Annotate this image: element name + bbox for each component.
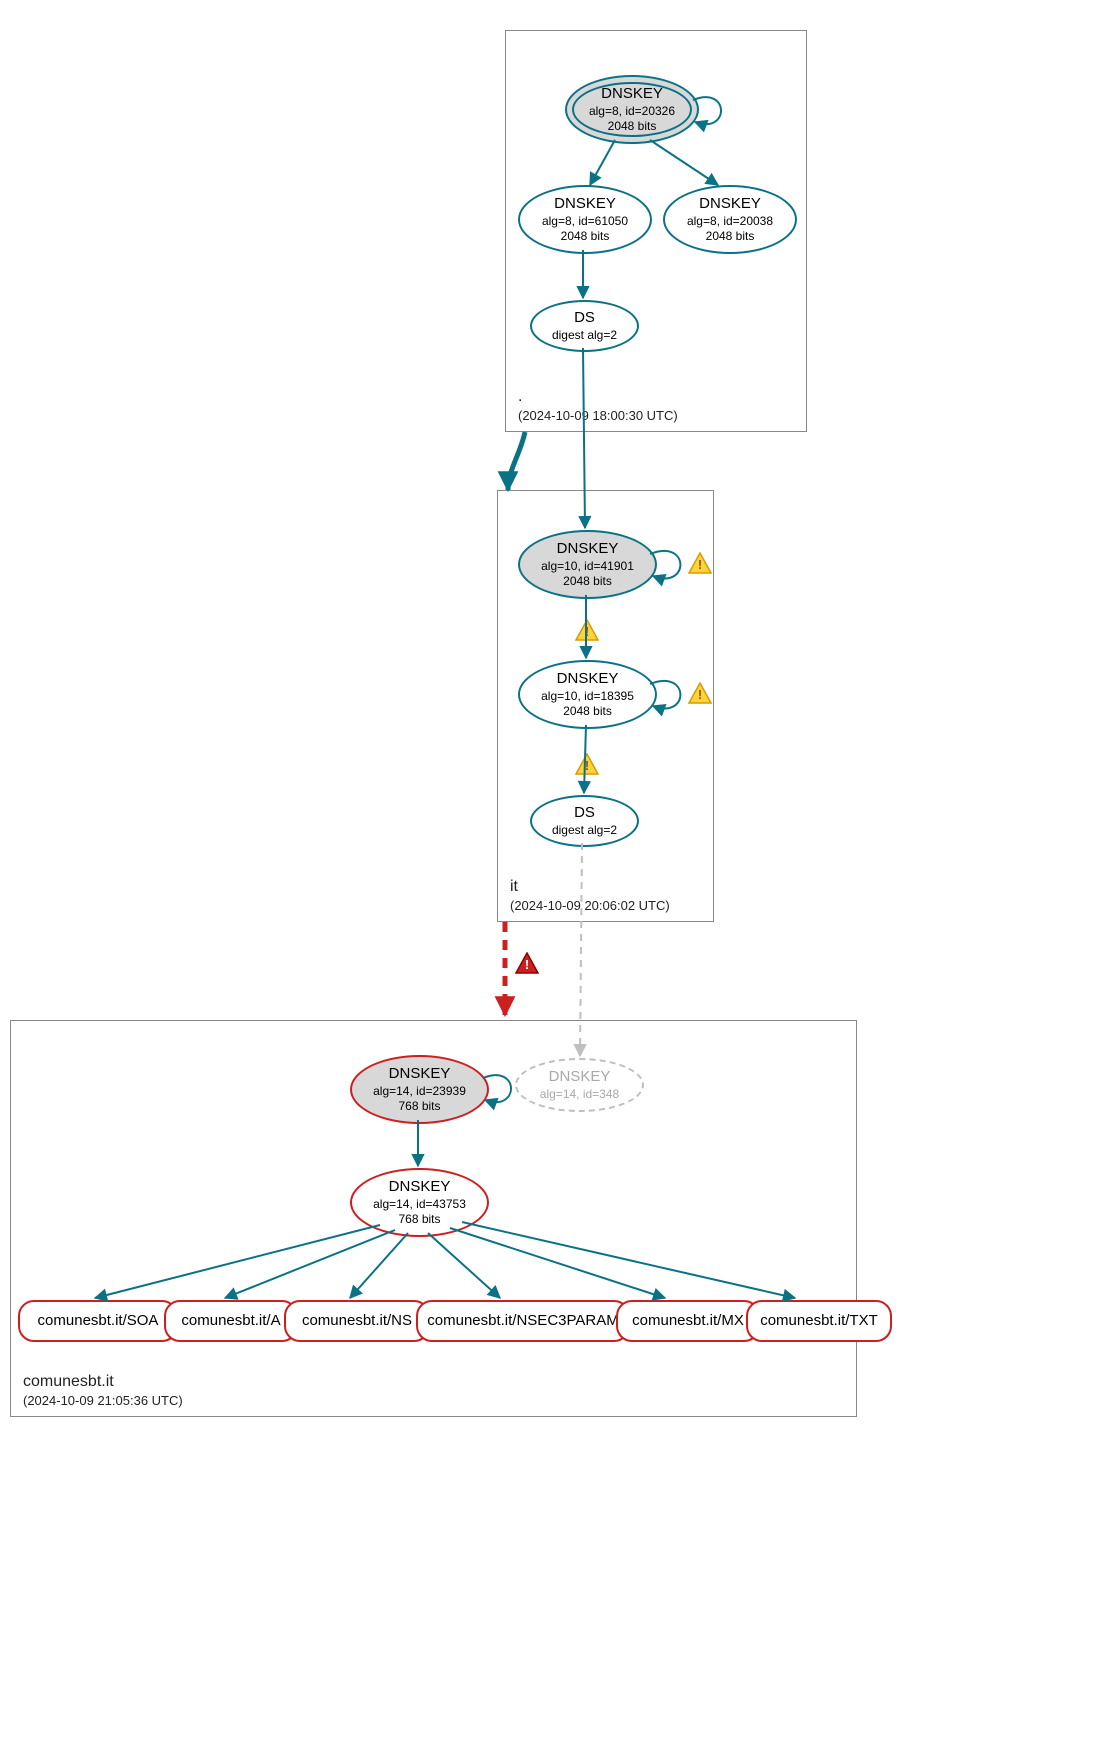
error-icon: ! — [515, 952, 539, 974]
rr-n3p: comunesbt.it/NSEC3PARAM — [416, 1300, 630, 1342]
warning-icon: ! — [688, 682, 712, 704]
rr-a: comunesbt.it/A — [164, 1300, 298, 1342]
warning-icon: ! — [575, 619, 599, 641]
node-leaf-zsk: DNSKEY alg=14, id=43753 768 bits — [350, 1168, 489, 1237]
node-leaf-ksk: DNSKEY alg=14, id=23939 768 bits — [350, 1055, 489, 1124]
rr-ns: comunesbt.it/NS — [284, 1300, 430, 1342]
svg-text:!: ! — [698, 687, 702, 702]
node-root-ksk: DNSKEY alg=8, id=20326 2048 bits — [565, 75, 699, 144]
svg-text:!: ! — [698, 557, 702, 572]
svg-text:!: ! — [525, 957, 529, 972]
zone-it-label: it (2024-10-09 20:06:02 UTC) — [510, 878, 670, 913]
warning-icon: ! — [575, 753, 599, 775]
rr-soa: comunesbt.it/SOA — [18, 1300, 178, 1342]
warning-icon: ! — [688, 552, 712, 574]
node-root-ds: DS digest alg=2 — [530, 300, 639, 352]
rr-mx: comunesbt.it/MX — [616, 1300, 760, 1342]
node-it-ds: DS digest alg=2 — [530, 795, 639, 847]
rr-txt: comunesbt.it/TXT — [746, 1300, 892, 1342]
node-root-zsk1: DNSKEY alg=8, id=61050 2048 bits — [518, 185, 652, 254]
node-it-ksk: DNSKEY alg=10, id=41901 2048 bits — [518, 530, 657, 599]
node-it-zsk: DNSKEY alg=10, id=18395 2048 bits — [518, 660, 657, 729]
svg-text:!: ! — [585, 758, 589, 773]
node-root-zsk2: DNSKEY alg=8, id=20038 2048 bits — [663, 185, 797, 254]
zone-root-label: . (2024-10-09 18:00:30 UTC) — [518, 388, 678, 423]
zone-leaf-label: comunesbt.it (2024-10-09 21:05:36 UTC) — [23, 1373, 183, 1408]
node-leaf-missing: DNSKEY alg=14, id=348 — [515, 1058, 644, 1112]
svg-text:!: ! — [585, 624, 589, 639]
